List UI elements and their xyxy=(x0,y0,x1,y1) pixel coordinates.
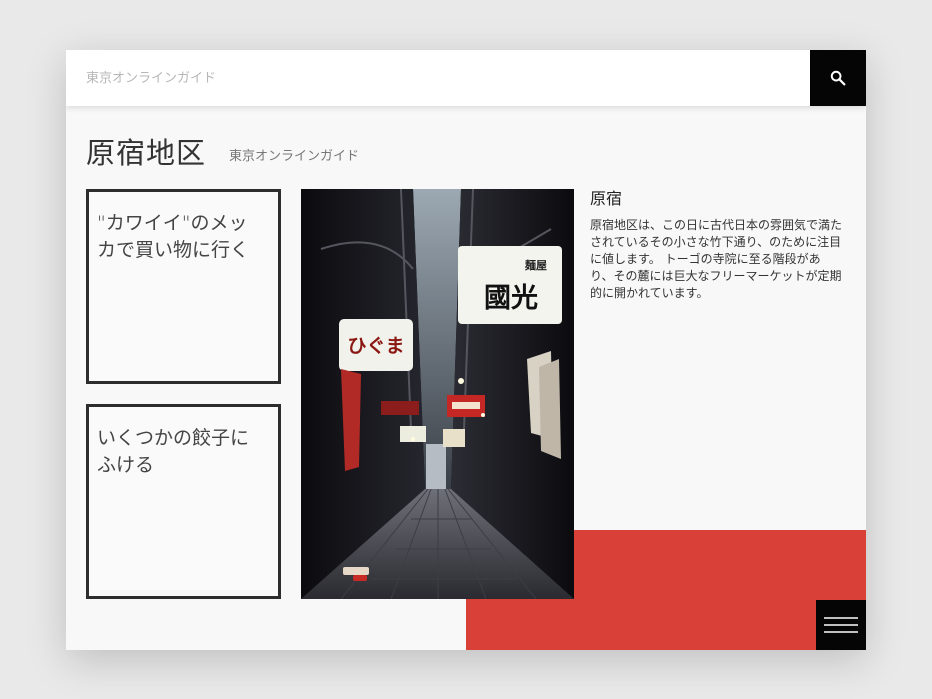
sign-menya: 麺屋 xyxy=(524,258,547,272)
menu-button[interactable] xyxy=(816,600,866,650)
card-text: いくつかの餃子にふける xyxy=(97,427,250,476)
sign-kunimitsu: 國光 xyxy=(484,283,538,314)
card-shopping-kawaii[interactable]: "カワイイ"のメッカで買い物に行く xyxy=(86,189,281,384)
hamburger-menu-icon xyxy=(824,617,858,633)
harajuku-alley-photo: ひぐま 麺屋 國光 xyxy=(301,189,574,599)
article-title: 原宿 xyxy=(590,189,623,208)
accent-block-bottom xyxy=(466,599,866,650)
search-icon xyxy=(830,70,846,86)
search-button[interactable] xyxy=(810,50,866,106)
page-title: 原宿地区 xyxy=(86,136,207,170)
search-bar xyxy=(66,50,866,106)
search-input[interactable] xyxy=(66,50,810,106)
page-subtitle: 東京オンラインガイド xyxy=(229,149,360,164)
article-body: 原宿地区は、この日に古代日本の雰囲気で満たされているその小さな竹下通り、のために… xyxy=(590,218,843,300)
article: 原宿 原宿地区は、この日に古代日本の雰囲気で満たされているその小さな竹下通り、の… xyxy=(590,189,842,302)
card-gyoza[interactable]: いくつかの餃子にふける xyxy=(86,404,281,599)
card-text: "カワイイ"のメッカで買い物に行く xyxy=(97,212,250,261)
app-window: 原宿地区 東京オンラインガイド "カワイイ"のメッカで買い物に行く いくつかの餃… xyxy=(66,50,866,650)
sign-higuma: ひぐま xyxy=(347,335,404,357)
